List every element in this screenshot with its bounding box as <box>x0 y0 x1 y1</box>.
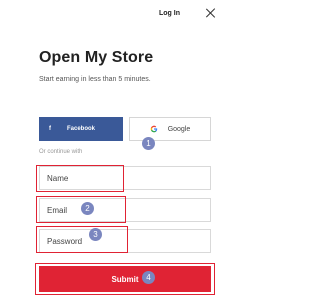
name-input[interactable] <box>39 166 211 190</box>
step-badge-3: 3 <box>89 228 102 241</box>
step-badge-4: 4 <box>142 271 155 284</box>
login-link[interactable]: Log In <box>159 10 180 17</box>
page-subtitle: Start earning in less than 5 minutes. <box>39 76 151 83</box>
email-input[interactable] <box>39 198 211 222</box>
google-icon <box>150 125 157 133</box>
page-title: Open My Store <box>39 49 154 66</box>
password-input[interactable] <box>39 229 211 253</box>
top-bar: Log In <box>159 6 216 20</box>
facebook-label: Facebook <box>66 126 95 132</box>
social-login-buttons: f Facebook Google <box>39 117 211 141</box>
google-login-button[interactable]: Google <box>129 117 211 141</box>
facebook-login-button[interactable]: f Facebook <box>39 117 123 141</box>
name-field-wrapper <box>39 166 211 190</box>
submit-button[interactable]: Submit <box>39 266 211 292</box>
email-field-wrapper <box>39 198 211 222</box>
divider-text: Or continue with <box>39 149 83 155</box>
google-label: Google <box>167 125 191 133</box>
password-field-wrapper <box>39 229 211 253</box>
step-badge-2: 2 <box>81 202 94 215</box>
facebook-icon: f <box>49 126 51 132</box>
step-badge-1: 1 <box>142 137 155 150</box>
close-icon[interactable] <box>206 8 216 18</box>
